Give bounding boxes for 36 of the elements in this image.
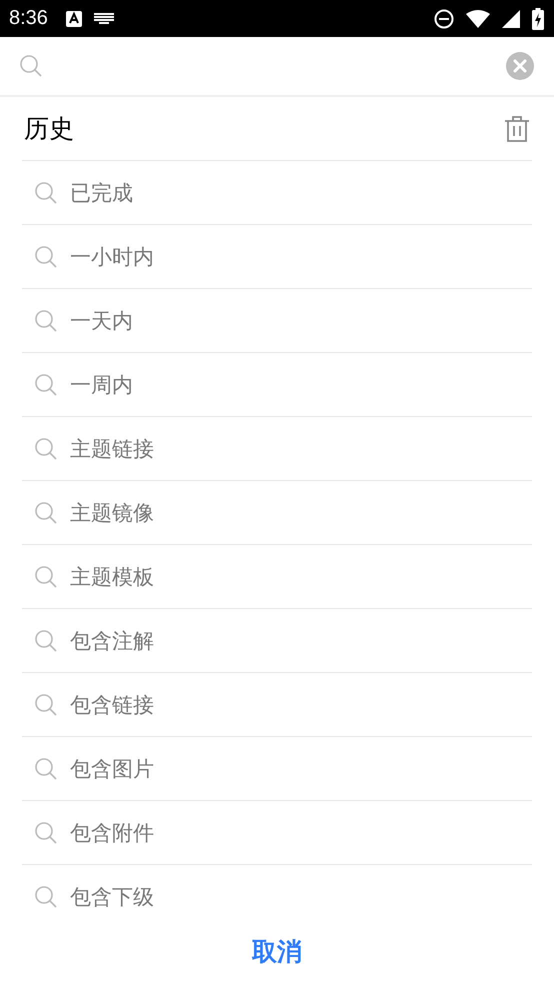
search-icon bbox=[34, 372, 58, 396]
search-icon bbox=[34, 564, 58, 588]
search-icon bbox=[34, 628, 58, 652]
search-icon bbox=[34, 180, 58, 204]
history-item[interactable]: 主题镜像 bbox=[22, 481, 532, 545]
search-icon bbox=[34, 244, 58, 268]
history-item[interactable]: 包含下级 bbox=[22, 865, 532, 919]
history-item[interactable]: 主题链接 bbox=[22, 417, 532, 481]
history-item[interactable]: 包含图片 bbox=[22, 737, 532, 801]
cancel-button[interactable]: 取消 bbox=[242, 931, 312, 972]
wifi-icon bbox=[466, 10, 490, 28]
signal-icon bbox=[502, 10, 520, 28]
search-icon bbox=[34, 692, 58, 716]
search-icon bbox=[34, 820, 58, 844]
search-icon bbox=[34, 308, 58, 332]
search-icon bbox=[34, 436, 58, 460]
history-item[interactable]: 包含注解 bbox=[22, 609, 532, 673]
status-time: 8:36 bbox=[9, 7, 48, 30]
battery-charging-icon bbox=[532, 8, 544, 30]
trash-icon[interactable] bbox=[504, 116, 530, 142]
history-item[interactable]: 主题模板 bbox=[22, 545, 532, 609]
history-item[interactable]: 包含附件 bbox=[22, 801, 532, 865]
keyboard-icon bbox=[94, 12, 114, 24]
text-input-icon bbox=[66, 10, 82, 26]
search-icon bbox=[34, 884, 58, 908]
history-item[interactable]: 已完成 bbox=[22, 161, 532, 225]
history-item[interactable]: 包含链接 bbox=[22, 673, 532, 737]
do-not-disturb-icon bbox=[434, 8, 454, 28]
history-item[interactable]: 一周内 bbox=[22, 353, 532, 417]
clear-icon[interactable] bbox=[506, 52, 534, 80]
search-icon bbox=[34, 500, 58, 524]
search-icon bbox=[34, 756, 58, 780]
search-icon bbox=[19, 54, 43, 78]
history-item[interactable]: 一天内 bbox=[22, 289, 532, 353]
history-title: 历史 bbox=[24, 113, 74, 145]
history-item[interactable]: 一小时内 bbox=[22, 225, 532, 289]
